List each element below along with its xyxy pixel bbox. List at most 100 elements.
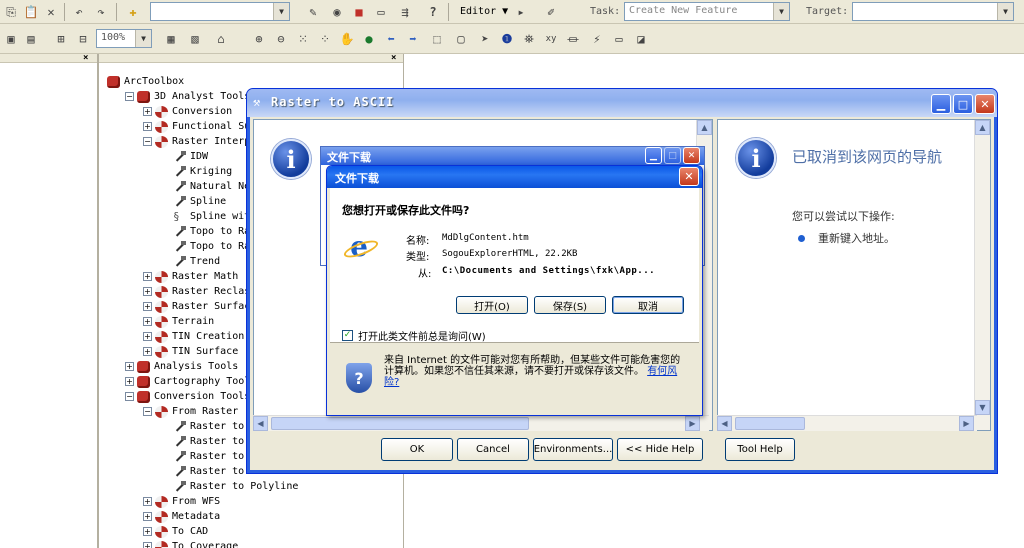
tree-item[interactable]: Trend bbox=[161, 254, 220, 269]
identify-icon[interactable]: ❶ bbox=[498, 30, 516, 48]
ie-titlebar[interactable]: 文件下载 ▁ □ ✕ bbox=[321, 147, 704, 165]
expand-icon[interactable]: + bbox=[143, 512, 152, 521]
expand-icon[interactable]: + bbox=[143, 272, 152, 281]
tree-item[interactable]: IDW bbox=[161, 149, 208, 164]
always-ask-checkbox[interactable]: ✓ bbox=[342, 330, 353, 341]
pan-hand-icon[interactable]: ✋ bbox=[338, 30, 356, 48]
scroll-up-icon[interactable]: ▲ bbox=[697, 120, 712, 135]
tree-item[interactable]: + Analysis Tools bbox=[125, 359, 238, 374]
delete-icon[interactable]: ✕ bbox=[42, 3, 60, 21]
minimize-button[interactable]: ▁ bbox=[931, 94, 951, 114]
hide-help-button[interactable]: << Hide Help bbox=[617, 438, 703, 461]
horizontal-scrollbar[interactable]: ◀ ▶ bbox=[717, 415, 977, 431]
fixed-zoom-in-icon[interactable]: ⁙ bbox=[294, 30, 312, 48]
tree-item[interactable]: + TIN Surface bbox=[143, 344, 238, 359]
open-button[interactable]: 打开(O) bbox=[456, 296, 528, 314]
expand-icon[interactable]: + bbox=[143, 107, 152, 116]
tree-item[interactable]: Raster to Polyline bbox=[161, 479, 298, 494]
ok-button[interactable]: OK bbox=[381, 438, 453, 461]
horizontal-scrollbar[interactable]: ◀ ▶ bbox=[253, 415, 709, 431]
chevron-down-icon[interactable]: ▼ bbox=[135, 30, 151, 47]
scrollbar-thumb[interactable] bbox=[735, 417, 805, 430]
zoom-page-out-icon[interactable]: ⊟ bbox=[74, 30, 92, 48]
chevron-down-icon[interactable]: ▼ bbox=[773, 3, 789, 20]
tree-item[interactable]: + From WFS bbox=[143, 494, 220, 509]
clear-selection-icon[interactable]: ▢ bbox=[452, 30, 470, 48]
model-builder-icon[interactable]: ⇶ bbox=[396, 3, 414, 21]
dialog-titlebar[interactable]: 文件下载 ✕ bbox=[327, 166, 702, 188]
zoom-in-icon[interactable]: ⊕ bbox=[250, 30, 268, 48]
tree-item[interactable]: + Metadata bbox=[143, 509, 220, 524]
environments-button[interactable]: Environments... bbox=[533, 438, 613, 461]
save-button[interactable]: 保存(S) bbox=[534, 296, 606, 314]
expand-icon[interactable]: + bbox=[125, 377, 134, 386]
scroll-right-icon[interactable]: ▶ bbox=[959, 416, 974, 431]
sketch-tool-icon[interactable]: ✐ bbox=[542, 3, 560, 21]
always-ask-label[interactable]: 打开此类文件前总是询问(W) bbox=[358, 328, 486, 343]
whats-this-icon[interactable]: ? bbox=[424, 3, 442, 21]
layout-view-icon[interactable]: ▤ bbox=[22, 30, 40, 48]
collapse-icon[interactable]: − bbox=[143, 407, 152, 416]
find-binoculars-icon[interactable]: ⛯ bbox=[520, 30, 538, 48]
measure-icon[interactable]: ⏛ bbox=[564, 30, 582, 48]
tree-item[interactable]: + To CAD bbox=[143, 524, 208, 539]
command-line-icon[interactable]: ▭ bbox=[372, 3, 390, 21]
data-view-icon[interactable]: ▣ bbox=[2, 30, 20, 48]
tree-item[interactable]: + TIN Creation bbox=[143, 329, 244, 344]
chevron-down-icon[interactable]: ▼ bbox=[997, 3, 1013, 20]
undo-icon[interactable]: ↶ bbox=[70, 3, 88, 21]
tree-item[interactable]: + Conversion bbox=[143, 104, 232, 119]
zoom-page-in-icon[interactable]: ⊞ bbox=[52, 30, 70, 48]
maximize-button[interactable]: □ bbox=[664, 147, 681, 164]
expand-icon[interactable]: + bbox=[143, 542, 152, 548]
back-arrow-icon[interactable]: ⬅ bbox=[382, 30, 400, 48]
expand-icon[interactable]: + bbox=[143, 497, 152, 506]
close-button[interactable]: ✕ bbox=[679, 167, 699, 186]
cancel-download-button[interactable]: 取消 bbox=[612, 296, 684, 314]
editor-menu[interactable]: Editor ▼ bbox=[460, 6, 508, 17]
go-to-xy-icon[interactable]: xy bbox=[542, 30, 560, 48]
redo-icon[interactable]: ↷ bbox=[92, 3, 110, 21]
expand-icon[interactable]: + bbox=[143, 317, 152, 326]
tree-item[interactable]: + Cartography Tools bbox=[125, 374, 256, 389]
expand-icon[interactable]: + bbox=[143, 122, 152, 131]
tree-item[interactable]: + Terrain bbox=[143, 314, 214, 329]
focus-data-frame-icon[interactable]: ▧ bbox=[186, 30, 204, 48]
close-button[interactable]: ✕ bbox=[975, 94, 995, 114]
collapse-icon[interactable]: − bbox=[143, 137, 152, 146]
zoom-out-icon[interactable]: ⊖ bbox=[272, 30, 290, 48]
paste-icon[interactable]: 📋 bbox=[22, 3, 40, 21]
tree-item[interactable]: + Raster Math bbox=[143, 269, 238, 284]
tree-item[interactable]: + Raster Surface bbox=[143, 299, 256, 314]
time-slider-icon[interactable]: ◪ bbox=[632, 30, 650, 48]
scroll-down-icon[interactable]: ▼ bbox=[975, 400, 990, 415]
tree-item[interactable]: Spline bbox=[161, 194, 226, 209]
change-layout-icon[interactable]: ⌂ bbox=[212, 30, 230, 48]
scrollbar-thumb[interactable] bbox=[271, 417, 529, 430]
scroll-right-icon[interactable]: ▶ bbox=[685, 416, 700, 431]
scroll-up-icon[interactable]: ▲ bbox=[975, 120, 990, 135]
close-button[interactable]: ✕ bbox=[683, 147, 700, 164]
cancel-button[interactable]: Cancel bbox=[457, 438, 529, 461]
scroll-left-icon[interactable]: ◀ bbox=[717, 416, 732, 431]
expand-icon[interactable]: + bbox=[143, 287, 152, 296]
chevron-down-icon[interactable]: ▼ bbox=[273, 3, 289, 20]
tree-item[interactable]: + Raster Reclass bbox=[143, 284, 256, 299]
select-elements-icon[interactable]: ➤ bbox=[476, 30, 494, 48]
forward-arrow-icon[interactable]: ➡ bbox=[404, 30, 422, 48]
tree-item[interactable]: Kriging bbox=[161, 164, 232, 179]
add-data-icon[interactable]: ✚ bbox=[124, 3, 142, 21]
scroll-left-icon[interactable]: ◀ bbox=[253, 416, 268, 431]
hyperlink-icon[interactable]: ⚡ bbox=[588, 30, 606, 48]
collapse-icon[interactable]: − bbox=[125, 392, 134, 401]
expand-icon[interactable]: + bbox=[143, 302, 152, 311]
expand-icon[interactable]: + bbox=[125, 362, 134, 371]
tree-item[interactable]: − Conversion Tools bbox=[125, 389, 250, 404]
task-combo[interactable]: Create New Feature ▼ bbox=[624, 2, 790, 21]
tool-help-button[interactable]: Tool Help bbox=[725, 438, 795, 461]
close-icon[interactable]: × bbox=[83, 53, 88, 63]
tree-item[interactable]: ArcToolbox bbox=[107, 74, 184, 89]
tree-item[interactable]: − From Raster bbox=[143, 404, 238, 419]
expand-icon[interactable]: + bbox=[143, 347, 152, 356]
tree-item[interactable]: + To Coverage bbox=[143, 539, 238, 548]
